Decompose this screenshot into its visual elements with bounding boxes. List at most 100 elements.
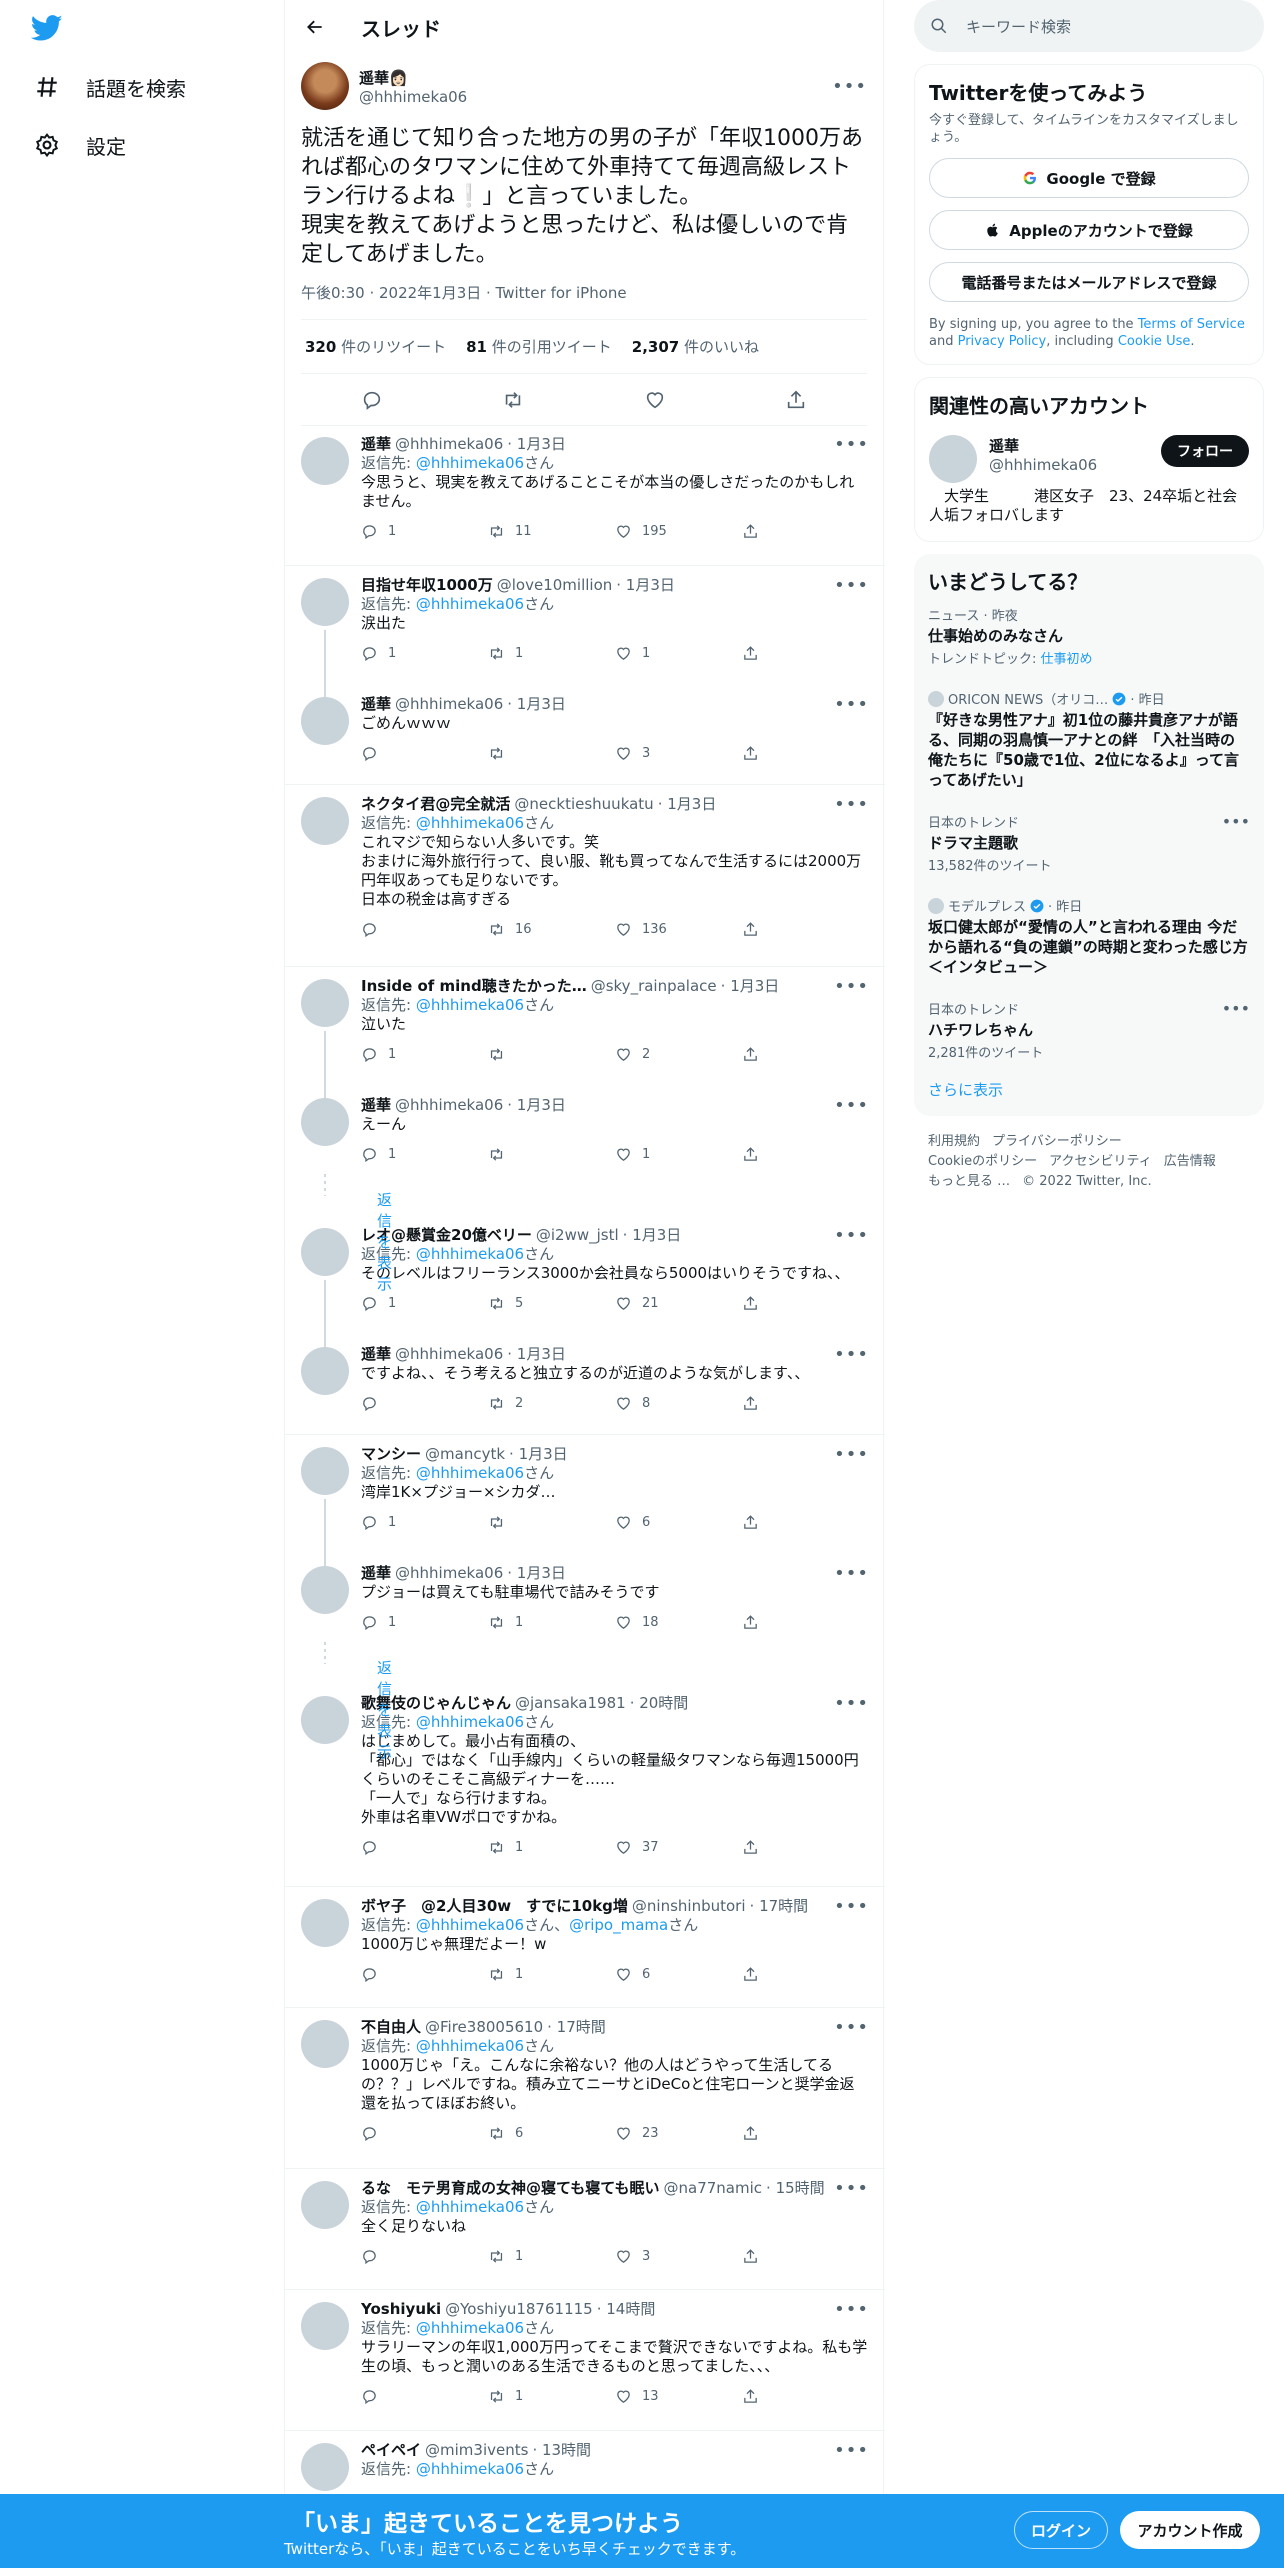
reply-handle[interactable]: @Yoshiyu18761115 (445, 2300, 593, 2319)
like-button[interactable]: 136 (615, 920, 742, 939)
more-icon[interactable]: ••• (834, 1096, 869, 1115)
reply-tweet[interactable]: マンシー @mancytk · 1月3日 ••• 返信先: @hhhimeka06さん湾… (285, 1435, 885, 1566)
more-icon[interactable]: ••• (1222, 999, 1250, 1018)
share-button[interactable] (742, 1839, 869, 1856)
trend-item[interactable]: 日本のトレンド ドラマ主題歌 13,582件のツイート ••• (914, 802, 1264, 886)
more-icon[interactable]: ••• (834, 695, 869, 714)
reply-handle[interactable]: @Fire38005610 (425, 2018, 543, 2037)
retweet-button[interactable]: 2 (488, 1394, 615, 1413)
avatar[interactable] (301, 1566, 349, 1614)
reply-display-name[interactable]: 不自由人 (361, 2018, 421, 2037)
retweet-button[interactable]: 5 (488, 1294, 615, 1313)
reply-to-handle-link[interactable]: @hhhimeka06 (416, 814, 524, 832)
reply-timestamp[interactable]: · 1月3日 (507, 1345, 566, 1364)
avatar[interactable] (301, 1447, 349, 1495)
retweet-count[interactable]: 320 件のリツイート (305, 336, 446, 357)
reply-button[interactable]: 1 (361, 1294, 488, 1313)
share-button[interactable] (742, 1046, 869, 1063)
like-button[interactable]: 21 (615, 1294, 742, 1313)
more-icon[interactable]: ••• (1222, 812, 1250, 831)
terms-link[interactable]: Terms of Service (1138, 317, 1245, 332)
more-icon[interactable]: ••• (834, 1445, 869, 1464)
reply-tweet[interactable]: ネクタイ君@完全就活 @necktieshuukatu · 1月3日 ••• 返信先: … (285, 785, 885, 967)
share-button[interactable] (742, 2125, 869, 2142)
share-button[interactable] (742, 2388, 869, 2405)
avatar[interactable] (301, 1347, 349, 1395)
reply-button[interactable] (361, 1395, 488, 1412)
retweet-button[interactable] (488, 745, 615, 762)
retweet-button[interactable]: 1 (488, 2247, 615, 2266)
share-button[interactable] (742, 1146, 869, 1163)
reply-display-name[interactable]: 遥華 (361, 1564, 391, 1583)
avatar[interactable] (301, 1899, 349, 1947)
trend-topic-link[interactable]: 仕事初め (1041, 652, 1093, 667)
avatar[interactable] (301, 697, 349, 745)
reply-display-name[interactable]: 遥華 (361, 1345, 391, 1364)
reply-to-handle-link[interactable]: @hhhimeka06 (416, 1916, 524, 1934)
like-button[interactable]: 1 (615, 644, 742, 663)
reply-handle[interactable]: @jansaka1981 (515, 1694, 626, 1713)
reply-tweet[interactable]: ボヤ子 @2人目30w すでに10kg増 @ninshinbutori · 17時間… (285, 1887, 885, 2008)
google-signup-button[interactable]: Google で登録 (929, 158, 1249, 198)
phone-email-signup-button[interactable]: 電話番号またはメールアドレスで登録 (929, 262, 1249, 302)
reply-timestamp[interactable]: · 1月3日 (509, 1445, 568, 1464)
reply-display-name[interactable]: 遥華 (361, 695, 391, 714)
footer-link[interactable]: アクセシビリティ (1049, 1154, 1152, 1169)
footer-link[interactable]: プライバシーポリシー (992, 1134, 1122, 1149)
share-button[interactable] (742, 1395, 869, 1412)
more-icon[interactable]: ••• (834, 795, 869, 814)
reply-handle[interactable]: @mim3ivents (425, 2441, 528, 2460)
more-icon[interactable]: ••• (834, 435, 869, 454)
trend-item[interactable]: 日本のトレンド ハチワレちゃん 2,281件のツイート ••• (914, 989, 1264, 1073)
reply-display-name[interactable]: 目指せ年収1000万 (361, 576, 493, 595)
reply-display-name[interactable]: ボヤ子 @2人目30w すでに10kg増 (361, 1897, 628, 1916)
reply-to-handle-link[interactable]: @hhhimeka06 (416, 1464, 524, 1482)
privacy-link[interactable]: Privacy Policy (958, 334, 1047, 349)
reply-button[interactable] (361, 2125, 488, 2142)
avatar[interactable] (929, 435, 977, 483)
nav-explore[interactable]: 話題を検索 (34, 67, 186, 107)
retweet-button[interactable]: 6 (488, 2124, 615, 2143)
reply-timestamp[interactable]: · 17時間 (750, 1897, 809, 1916)
more-icon[interactable]: ••• (834, 1226, 869, 1245)
reply-display-name[interactable]: ペイペイ (361, 2441, 421, 2460)
reply-to-handle-link[interactable]: @hhhimeka06 (416, 1245, 524, 1263)
retweet-button[interactable]: 1 (488, 1613, 615, 1632)
avatar[interactable] (301, 1098, 349, 1146)
like-button[interactable]: 23 (615, 2124, 742, 2143)
reply-button[interactable] (361, 745, 488, 762)
reply-button[interactable] (361, 1839, 488, 1856)
trend-item[interactable]: ニュース · 昨夜 仕事始めのみなさん トレンドトピック: 仕事初め (914, 595, 1264, 679)
cookie-link[interactable]: Cookie Use (1118, 334, 1191, 349)
footer-link[interactable]: 利用規約 (928, 1134, 980, 1149)
reply-button[interactable] (361, 1966, 488, 1983)
more-icon[interactable]: ••• (834, 2441, 869, 2460)
reply-button[interactable]: 1 (361, 1513, 488, 1532)
retweet-button[interactable] (488, 1514, 615, 1531)
quote-count[interactable]: 81 件の引用ツイート (466, 336, 612, 357)
retweet-button[interactable]: 1 (488, 644, 615, 663)
reply-timestamp[interactable]: · 1月3日 (658, 795, 717, 814)
show-replies-link[interactable]: 返信を表示 (377, 1189, 392, 1294)
reply-tweet[interactable]: 遥華 @hhhimeka06 · 1月3日 ••• えーん 1 1 (285, 1086, 885, 1186)
reply-to-handle-link[interactable]: @ripo_mama (569, 1916, 668, 1934)
reply-tweet[interactable]: Inside of mind聴きたかった… @sky_rainpalace · 1月… (285, 967, 885, 1098)
more-icon[interactable]: ••• (834, 2300, 869, 2319)
reply-button[interactable]: 1 (361, 1045, 488, 1064)
like-button[interactable]: 1 (615, 1145, 742, 1164)
reply-timestamp[interactable]: · 15時間 (766, 2179, 825, 2198)
apple-signup-button[interactable]: Appleのアカウントで登録 (929, 210, 1249, 250)
avatar[interactable] (301, 797, 349, 845)
reply-button[interactable]: 1 (361, 522, 488, 541)
follow-button[interactable]: フォロー (1161, 435, 1249, 467)
trends-show-more-link[interactable]: さらに表示 (914, 1073, 1264, 1106)
retweet-button[interactable]: 1 (488, 1965, 615, 1984)
reply-handle[interactable]: @mancytk (425, 1445, 505, 1464)
like-icon[interactable] (644, 389, 666, 411)
reply-handle[interactable]: @ninshinbutori (632, 1897, 746, 1916)
retweet-icon[interactable] (502, 389, 524, 411)
share-button[interactable] (742, 2248, 869, 2265)
reply-tweet[interactable]: 遥華 @hhhimeka06 · 1月3日 ••• 返信先: @hhhimeka06さん… (285, 425, 885, 566)
signup-button[interactable]: アカウント作成 (1120, 2511, 1260, 2549)
retweet-button[interactable]: 16 (488, 920, 615, 939)
